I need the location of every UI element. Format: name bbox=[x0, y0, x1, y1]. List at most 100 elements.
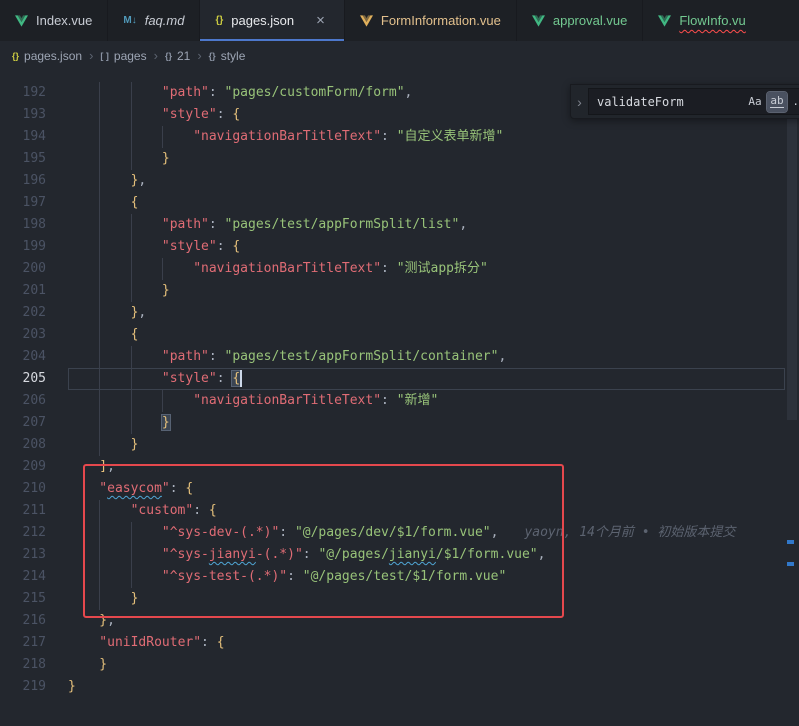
indent-guide bbox=[99, 368, 130, 390]
tab-approval-vue[interactable]: approval.vue bbox=[517, 0, 643, 41]
line-number[interactable]: 198 bbox=[0, 214, 46, 236]
code-line-208[interactable]: 208} bbox=[0, 434, 799, 456]
line-number[interactable]: 207 bbox=[0, 412, 46, 434]
code-line-219[interactable]: 219} bbox=[0, 676, 799, 698]
code-line-198[interactable]: 198"path": "pages/test/appFormSplit/list… bbox=[0, 214, 799, 236]
code-line-209[interactable]: 209], bbox=[0, 456, 799, 478]
line-number[interactable]: 197 bbox=[0, 192, 46, 214]
line-number[interactable]: 194 bbox=[0, 126, 46, 148]
indent-guide bbox=[68, 522, 99, 544]
line-number[interactable]: 209 bbox=[0, 456, 46, 478]
line-number[interactable]: 203 bbox=[0, 324, 46, 346]
line-number[interactable]: 204 bbox=[0, 346, 46, 368]
code-line-214[interactable]: 214"^sys-test-(.*)": "@/pages/test/$1/fo… bbox=[0, 566, 799, 588]
code-token: "^sys-test-(.*)" bbox=[162, 569, 287, 584]
indent-guide bbox=[99, 192, 130, 214]
line-number[interactable]: 192 bbox=[0, 82, 46, 104]
tab-flowinfo-vu[interactable]: FlowInfo.vu bbox=[643, 0, 799, 41]
close-icon[interactable]: × bbox=[312, 12, 329, 29]
indent-guide bbox=[162, 390, 193, 412]
code-line-199[interactable]: 199 "style": { bbox=[0, 236, 799, 258]
code-token: { bbox=[131, 195, 139, 210]
line-number[interactable]: 199 bbox=[0, 236, 46, 258]
code-line-201[interactable]: 201} bbox=[0, 280, 799, 302]
indent-guide bbox=[131, 544, 162, 566]
find-input[interactable]: validateForm Aa ab .* bbox=[588, 88, 799, 115]
code-token: "path" bbox=[162, 85, 209, 100]
indent-guide bbox=[99, 544, 130, 566]
code-line-196[interactable]: 196}, bbox=[0, 170, 799, 192]
indent-guide bbox=[68, 434, 99, 456]
line-number[interactable]: 211 bbox=[0, 500, 46, 522]
line-number[interactable]: 216 bbox=[0, 610, 46, 632]
line-number[interactable]: 195 bbox=[0, 148, 46, 170]
line-number[interactable]: 202 bbox=[0, 302, 46, 324]
regex-button[interactable]: .* bbox=[789, 92, 799, 112]
code-content: "easycom": { bbox=[68, 478, 193, 500]
code-token: { bbox=[232, 371, 240, 386]
code-line-213[interactable]: 213"^sys-jianyi-(.*)": "@/pages/jianyi/$… bbox=[0, 544, 799, 566]
line-number[interactable]: 193 bbox=[0, 104, 46, 126]
whole-word-button[interactable]: ab bbox=[767, 92, 787, 112]
tab-forminformation-vue[interactable]: FormInformation.vue bbox=[345, 0, 517, 41]
line-number[interactable]: 212 bbox=[0, 522, 46, 544]
line-number[interactable]: 217 bbox=[0, 632, 46, 654]
code-line-204[interactable]: 204"path": "pages/test/appFormSplit/cont… bbox=[0, 346, 799, 368]
line-number[interactable]: 214 bbox=[0, 566, 46, 588]
breadcrumb-item-style[interactable]: {}style bbox=[209, 49, 246, 63]
code-line-200[interactable]: 200"navigationBarTitleText": "测试app拆分" bbox=[0, 258, 799, 280]
tab-index-vue[interactable]: Index.vue bbox=[0, 0, 108, 41]
breadcrumb-item-pages-json[interactable]: {}pages.json bbox=[12, 49, 82, 63]
line-number[interactable]: 206 bbox=[0, 390, 46, 412]
line-number[interactable]: 219 bbox=[0, 676, 46, 698]
find-expand-chevron-icon[interactable]: › bbox=[571, 85, 588, 118]
breadcrumb-item-21[interactable]: {}21 bbox=[165, 49, 190, 63]
code-line-202[interactable]: 202}, bbox=[0, 302, 799, 324]
line-number[interactable]: 208 bbox=[0, 434, 46, 456]
line-number[interactable]: 210 bbox=[0, 478, 46, 500]
code-line-205[interactable]: 205"style": { bbox=[0, 368, 799, 390]
code-line-207[interactable]: 207} bbox=[0, 412, 799, 434]
code-token: "style" bbox=[162, 239, 217, 254]
tab-faq-md[interactable]: M↓faq.md bbox=[108, 0, 200, 41]
line-number[interactable]: 201 bbox=[0, 280, 46, 302]
code-token: { bbox=[232, 239, 240, 254]
code-token: : bbox=[201, 635, 217, 650]
code-line-212[interactable]: 212"^sys-dev-(.*)": "@/pages/dev/$1/form… bbox=[0, 522, 799, 544]
code-line-194[interactable]: 194"navigationBarTitleText": "自定义表单新增" bbox=[0, 126, 799, 148]
code-line-195[interactable]: 195} bbox=[0, 148, 799, 170]
match-case-button[interactable]: Aa bbox=[745, 92, 765, 112]
code-line-211[interactable]: 211"custom": { bbox=[0, 500, 799, 522]
indent-guide bbox=[99, 280, 130, 302]
code-token: , bbox=[498, 349, 506, 364]
scrollbar-thumb[interactable] bbox=[787, 90, 797, 420]
line-number[interactable]: 215 bbox=[0, 588, 46, 610]
code-line-210[interactable]: 210 "easycom": { bbox=[0, 478, 799, 500]
tab-pages-json[interactable]: {}pages.json× bbox=[200, 0, 344, 41]
code-line-197[interactable]: 197 { bbox=[0, 192, 799, 214]
code-line-206[interactable]: 206"navigationBarTitleText": "新增" bbox=[0, 390, 799, 412]
git-blame-annotation: yaoyn, 14个月前 • 初始版本提交 bbox=[524, 525, 735, 540]
line-number[interactable]: 200 bbox=[0, 258, 46, 280]
code-line-203[interactable]: 203{ bbox=[0, 324, 799, 346]
indent-guide bbox=[99, 522, 130, 544]
line-number[interactable]: 205 bbox=[0, 368, 46, 390]
scrollbar[interactable] bbox=[785, 70, 799, 726]
code-line-215[interactable]: 215} bbox=[0, 588, 799, 610]
line-number[interactable]: 213 bbox=[0, 544, 46, 566]
code-line-217[interactable]: 217"uniIdRouter": { bbox=[0, 632, 799, 654]
indent-guide bbox=[131, 346, 162, 368]
code-line-216[interactable]: 216}, bbox=[0, 610, 799, 632]
line-number[interactable]: 218 bbox=[0, 654, 46, 676]
code-content: }, bbox=[68, 170, 146, 192]
tab-label: FormInformation.vue bbox=[381, 13, 501, 28]
code-token: "^sys-dev-(.*)" bbox=[162, 525, 279, 540]
code-token: /$1/form.vue" bbox=[436, 547, 538, 562]
symbol-icon: [ ] bbox=[100, 51, 109, 61]
breadcrumb-label: 21 bbox=[177, 49, 190, 63]
code-token: : bbox=[217, 239, 233, 254]
breadcrumb-item-pages[interactable]: [ ]pages bbox=[100, 49, 146, 63]
line-number[interactable]: 196 bbox=[0, 170, 46, 192]
code-line-218[interactable]: 218} bbox=[0, 654, 799, 676]
indent-guide bbox=[131, 236, 162, 258]
